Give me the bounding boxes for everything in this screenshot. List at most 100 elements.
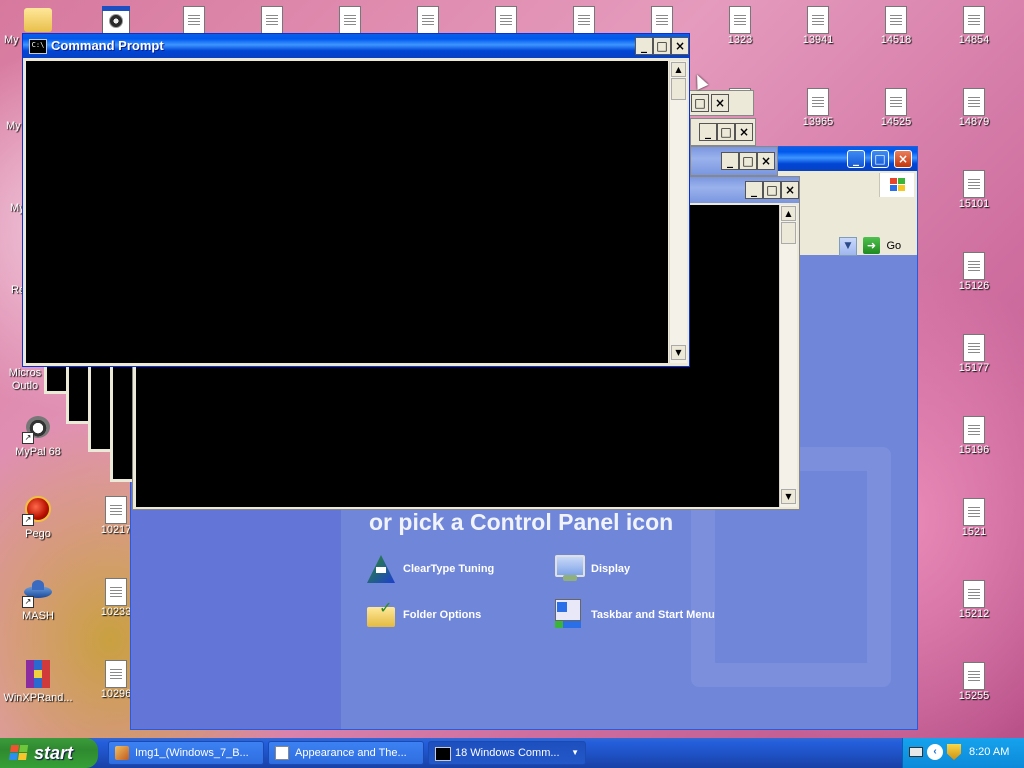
taskbar: start Img1_(Windows_7_B... Appearance an… — [0, 738, 1024, 768]
cmd-titlebar[interactable]: Command Prompt — [23, 34, 689, 58]
desktop-icon-label: 14518 — [880, 34, 912, 46]
desktop-icon-13965[interactable]: 13965 — [780, 86, 856, 128]
chevron-down-icon: ▼ — [571, 748, 579, 757]
cmd-title: Command Prompt — [51, 38, 164, 53]
security-shield-icon[interactable] — [947, 744, 961, 760]
taskbar-start-menu-icon — [553, 599, 585, 629]
maximize-button[interactable]: □ — [653, 37, 671, 55]
scroll-thumb[interactable] — [671, 78, 686, 100]
desktop-icon-15101[interactable]: 15101 — [936, 168, 1012, 210]
maximize-button[interactable]: □ — [691, 94, 709, 112]
gear-icon — [100, 4, 132, 36]
chevron-left-icon[interactable]: ‹ — [927, 744, 943, 760]
taskbar-item-image-viewer[interactable]: Img1_(Windows_7_B... — [108, 741, 264, 765]
desktop-icon-label: 13965 — [802, 116, 834, 128]
maximize-button[interactable]: □ — [763, 181, 781, 199]
close-button[interactable]: × — [711, 94, 729, 112]
desktop-icon-pego[interactable]: ↗ Pego — [0, 494, 76, 540]
desktop-icon-15212[interactable]: 15212 — [936, 578, 1012, 620]
cleartype-tuning-icon — [367, 555, 395, 583]
keyboard-icon[interactable] — [909, 747, 923, 757]
cmd-window-stack-title[interactable]: _ □ × — [690, 118, 756, 146]
desktop-icon-doc[interactable] — [468, 4, 544, 34]
windows-logo-icon — [879, 173, 914, 197]
folder-options-icon: ✓ — [367, 600, 397, 629]
minimize-button[interactable]: _ — [635, 37, 653, 55]
taskbar-item-cmd-group[interactable]: 18 Windows Comm... ▼ — [428, 741, 586, 765]
minimize-button[interactable]: _ — [721, 152, 739, 170]
desktop-icon-label: Micros Outlo — [8, 367, 42, 392]
taskbar-item-appearance[interactable]: Appearance and The... — [268, 741, 424, 765]
desktop-icon-14518[interactable]: 14518 — [858, 4, 934, 46]
desktop-icon-doc[interactable] — [312, 4, 388, 34]
desktop-icon-label: Pego — [25, 528, 51, 540]
desktop-icon-outlook[interactable]: Micros Outlo — [0, 367, 46, 393]
scroll-down-icon[interactable]: ▼ — [671, 345, 686, 360]
desktop-icon-15255[interactable]: 15255 — [936, 660, 1012, 702]
desktop-icon-label: 15212 — [958, 608, 990, 620]
desktop-icon-13941[interactable]: 13941 — [780, 4, 856, 46]
clock[interactable]: 8:20 AM — [969, 746, 1009, 758]
desktop-icon-mash[interactable]: ↗ MASH — [0, 576, 76, 622]
maximize-button[interactable]: □ — [739, 152, 757, 170]
go-button[interactable]: ➜ Go — [863, 237, 915, 256]
cmd-window-stack-title[interactable]: □ × — [688, 90, 754, 116]
document-icon — [105, 660, 127, 688]
console-output[interactable] — [26, 61, 668, 363]
desktop-icon-1521[interactable]: 1521 — [936, 496, 1012, 538]
vertical-scrollbar[interactable]: ▲ ▼ — [669, 61, 687, 363]
desktop-icon-1323[interactable]: 1323 — [702, 4, 778, 46]
chevron-down-icon: ▼ — [844, 241, 852, 251]
control-panel-icon — [275, 746, 289, 760]
desktop-icon-15196[interactable]: 15196 — [936, 414, 1012, 456]
cmd-app-icon — [435, 747, 451, 761]
cmd-window-front[interactable]: Command Prompt C:\ _ □ × ▲ ▼ — [22, 33, 690, 367]
document-icon — [495, 6, 517, 34]
cleartype-tuning-link[interactable]: ClearType Tuning — [403, 563, 494, 575]
minimize-button[interactable]: _ — [745, 181, 763, 199]
ufo-icon: ↗ — [22, 576, 54, 608]
desktop-icon-14525[interactable]: 14525 — [858, 86, 934, 128]
desktop-icon-doc[interactable] — [234, 4, 310, 34]
close-button[interactable]: × — [671, 37, 689, 55]
desktop-icon-15126[interactable]: 15126 — [936, 250, 1012, 292]
desktop-icon-14854[interactable]: 14854 — [936, 4, 1012, 46]
desktop-icon-doc[interactable] — [156, 4, 232, 34]
scroll-up-icon[interactable]: ▲ — [781, 206, 796, 221]
document-icon — [261, 6, 283, 34]
minimize-button[interactable]: _ — [847, 150, 865, 168]
document-icon — [963, 334, 985, 362]
document-icon — [885, 6, 907, 34]
scroll-up-icon[interactable]: ▲ — [671, 62, 686, 77]
close-button[interactable]: × — [735, 123, 753, 141]
maximize-button[interactable]: □ — [717, 123, 735, 141]
desktop-icon-doc[interactable] — [546, 4, 622, 34]
desktop-icon-label: WinXPRand... — [3, 692, 73, 704]
go-label: Go — [886, 240, 902, 252]
close-button[interactable]: × — [894, 150, 912, 168]
desktop-icon-doc[interactable] — [624, 4, 700, 34]
scroll-thumb[interactable] — [781, 222, 796, 244]
image-viewer-icon — [115, 746, 129, 760]
windows-flag-icon — [9, 745, 29, 761]
maximize-button[interactable]: □ — [871, 150, 889, 168]
desktop-icon-winxprand[interactable]: WinXPRand... — [0, 658, 76, 704]
close-button[interactable]: × — [781, 181, 799, 199]
display-link[interactable]: Display — [591, 563, 630, 575]
desktop-icon-doc[interactable] — [390, 4, 466, 34]
desktop-icon-15177[interactable]: 15177 — [936, 332, 1012, 374]
document-icon — [963, 416, 985, 444]
minimize-button[interactable]: _ — [699, 123, 717, 141]
taskbar-start-menu-link[interactable]: Taskbar and Start Menu — [591, 609, 715, 621]
address-dropdown-button[interactable]: ▼ — [839, 237, 857, 256]
desktop-icon-14879[interactable]: 14879 — [936, 86, 1012, 128]
vertical-scrollbar[interactable]: ▲ ▼ — [779, 205, 797, 507]
desktop-icon-label: 15255 — [958, 690, 990, 702]
folder-options-link[interactable]: Folder Options — [403, 609, 481, 621]
cmd-window-stack-title[interactable]: _ □ × — [690, 146, 778, 176]
close-button[interactable]: × — [757, 152, 775, 170]
scroll-down-icon[interactable]: ▼ — [781, 489, 796, 504]
start-button[interactable]: start — [0, 738, 98, 768]
document-icon — [963, 580, 985, 608]
desktop-icon-mypal[interactable]: ↗ MyPal 68 — [0, 412, 76, 458]
